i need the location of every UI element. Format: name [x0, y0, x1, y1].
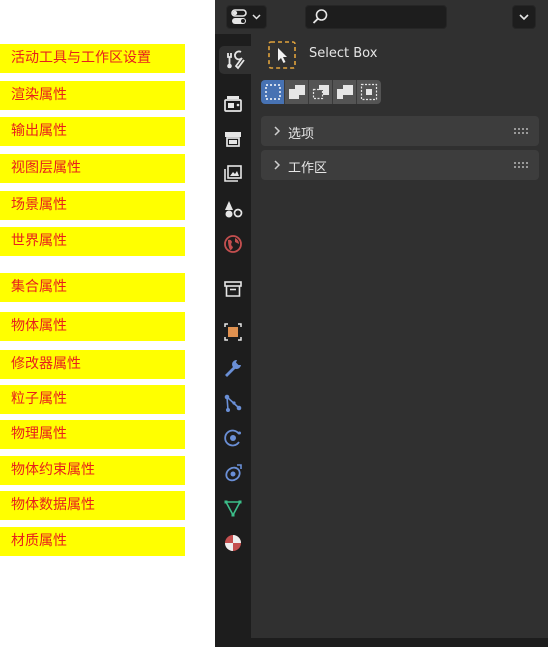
constraints-icon — [225, 464, 242, 482]
panel-options-title: 选项 — [288, 127, 315, 142]
tool-icon — [227, 50, 245, 70]
chevron-right-icon — [274, 160, 281, 170]
active-tool: Select Box — [268, 41, 539, 69]
label-material: 材质属性 — [0, 527, 185, 556]
object-data-icon — [224, 500, 242, 517]
tab-collection[interactable] — [219, 275, 247, 303]
tab-view-layer[interactable] — [219, 160, 247, 188]
search-box[interactable] — [305, 5, 447, 29]
select-set-icon — [264, 84, 281, 100]
tab-constraints[interactable] — [219, 459, 247, 487]
drag-grip-icon[interactable] — [513, 127, 529, 135]
properties-editor: Select Box 选项 工作区 — [215, 0, 548, 647]
collection-icon — [224, 281, 242, 297]
mode-subtract-button[interactable] — [309, 80, 333, 104]
tab-object-data[interactable] — [219, 494, 247, 522]
object-icon — [224, 323, 242, 341]
panel-options[interactable]: 选项 — [261, 116, 539, 146]
material-icon — [225, 535, 241, 551]
drag-grip-icon[interactable] — [513, 161, 529, 169]
scene-icon — [225, 201, 243, 218]
properties-content: Select Box 选项 工作区 — [251, 34, 548, 638]
label-physics: 物理属性 — [0, 420, 185, 449]
select-subtract-icon — [312, 85, 329, 100]
options-dropdown-button[interactable] — [512, 5, 536, 29]
mode-difference-button[interactable] — [333, 80, 357, 104]
tab-tool[interactable] — [219, 46, 251, 74]
world-icon — [224, 235, 242, 253]
select-extend-icon — [288, 85, 305, 99]
active-tool-name: Select Box — [309, 46, 378, 61]
active-tool-icon-button[interactable] — [268, 41, 296, 69]
modifier-icon — [225, 359, 241, 377]
editor-type-button[interactable] — [226, 5, 267, 29]
properties-editor-icon — [231, 9, 261, 24]
tab-physics[interactable] — [219, 424, 247, 452]
label-render: 渲染属性 — [0, 81, 185, 110]
mode-set-button[interactable] — [261, 80, 285, 104]
panel-workspace-title: 工作区 — [288, 161, 328, 176]
render-icon — [224, 96, 242, 112]
select-intersect-icon — [360, 83, 378, 101]
label-world: 世界属性 — [0, 227, 185, 256]
tab-material[interactable] — [219, 529, 247, 557]
label-modifier: 修改器属性 — [0, 350, 185, 379]
tab-render[interactable] — [219, 90, 247, 118]
label-constraints: 物体约束属性 — [0, 456, 185, 485]
label-tool-settings: 活动工具与工作区设置 — [0, 44, 185, 73]
label-particles: 粒子属性 — [0, 385, 185, 414]
search-icon — [312, 9, 328, 24]
label-object-data: 物体数据属性 — [0, 491, 185, 520]
editor-header — [215, 0, 548, 34]
tab-output[interactable] — [219, 125, 247, 153]
tab-scene[interactable] — [219, 195, 247, 223]
label-collection: 集合属性 — [0, 273, 185, 302]
mode-extend-button[interactable] — [285, 80, 309, 104]
selection-mode-group — [261, 80, 383, 104]
properties-tab-bar — [215, 34, 251, 638]
label-scene: 场景属性 — [0, 191, 185, 220]
chevron-down-icon — [519, 14, 529, 21]
tab-particles[interactable] — [219, 389, 247, 417]
select-difference-icon — [336, 85, 353, 99]
tab-world[interactable] — [219, 230, 247, 258]
output-icon — [225, 132, 241, 147]
select-box-icon — [268, 41, 296, 69]
view-layer-icon — [224, 165, 242, 182]
mode-intersect-button[interactable] — [357, 80, 381, 104]
physics-icon — [224, 429, 241, 447]
tab-modifier[interactable] — [219, 354, 247, 382]
editor-bottom-edge — [215, 638, 548, 647]
tab-object[interactable] — [219, 318, 247, 346]
label-view-layer: 视图层属性 — [0, 154, 185, 183]
chevron-right-icon — [274, 126, 281, 136]
particles-icon — [224, 394, 242, 412]
panel-workspace[interactable]: 工作区 — [261, 150, 539, 180]
search-input[interactable] — [332, 8, 446, 28]
label-object: 物体属性 — [0, 312, 185, 341]
label-output: 输出属性 — [0, 117, 185, 146]
